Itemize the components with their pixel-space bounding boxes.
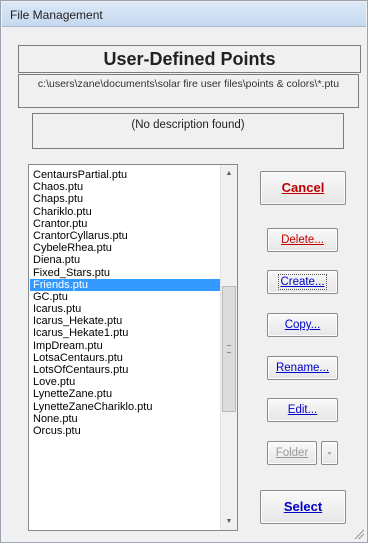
list-item[interactable]: Icarus.ptu [30,303,220,315]
list-item[interactable]: CybeleRhea.ptu [30,242,220,254]
delete-button-label: Delete... [281,234,324,246]
small-square-icon: ▪ [327,448,332,458]
list-scrollbar[interactable]: ▲ ▼ [220,165,237,530]
list-item[interactable]: Icarus_Hekate1.ptu [30,327,220,339]
delete-button[interactable]: Delete... [267,228,338,252]
folder-path: c:\users\zane\documents\solar fire user … [18,74,359,108]
thumb-grip-icon [227,345,231,353]
list-item[interactable]: Love.ptu [30,376,220,388]
folder-menu-button[interactable]: ▪ [321,441,338,465]
list-item[interactable]: Crantor.ptu [30,218,220,230]
copy-button[interactable]: Copy... [267,313,338,337]
scrollbar-thumb[interactable] [222,286,236,412]
list-item[interactable]: Fixed_Stars.ptu [30,267,220,279]
list-item[interactable]: Orcus.ptu [30,425,220,437]
page-title: User-Defined Points [18,45,361,73]
list-item[interactable]: Icarus_Hekate.ptu [30,315,220,327]
create-button[interactable]: Create... [267,270,338,294]
file-list[interactable]: CentaursPartial.ptu Chaos.ptu Chaps.ptu Cha… [28,164,238,531]
select-button-label: Select [283,499,323,514]
list-item[interactable]: Chariklo.ptu [30,206,220,218]
scroll-down-arrow-icon[interactable]: ▼ [221,513,237,530]
rename-button[interactable]: Rename... [267,356,338,380]
resize-grip-icon[interactable] [354,529,364,539]
copy-button-label: Copy... [284,319,321,331]
cancel-button[interactable]: Cancel [260,171,346,205]
file-management-window: File Management User-Defined Points c:\u… [0,0,368,543]
list-item[interactable]: Chaos.ptu [30,181,220,193]
list-item[interactable]: Chaps.ptu [30,193,220,205]
window-title: File Management [10,8,103,22]
rename-button-label: Rename... [275,362,330,374]
cancel-button-label: Cancel [281,180,325,195]
list-item[interactable]: LotsaCentaurs.ptu [30,352,220,364]
list-item[interactable]: GC.ptu [30,291,220,303]
list-item[interactable]: CrantorCyllarus.ptu [30,230,220,242]
folder-button-label: Folder [275,447,309,459]
select-button[interactable]: Select [260,490,346,524]
edit-button-label: Edit... [287,404,318,416]
list-item[interactable]: CentaursPartial.ptu [30,169,220,181]
file-list-items: CentaursPartial.ptu Chaos.ptu Chaps.ptu Cha… [30,169,220,437]
list-item[interactable]: Friends.ptu [30,278,220,291]
scroll-up-arrow-icon[interactable]: ▲ [221,165,237,182]
list-item[interactable]: LynetteZane.ptu [30,388,220,400]
edit-button[interactable]: Edit... [267,398,338,422]
list-item[interactable]: ImpDream.ptu [30,340,220,352]
folder-button[interactable]: Folder [267,441,317,465]
list-item[interactable]: LotsOfCentaurs.ptu [30,364,220,376]
list-item[interactable]: None.ptu [30,413,220,425]
list-item[interactable]: LynetteZaneChariklo.ptu [30,401,220,413]
list-item[interactable]: Diena.ptu [30,254,220,266]
create-button-label: Create... [278,274,327,290]
title-bar[interactable]: File Management [2,2,366,27]
description-box: (No description found) [32,113,344,149]
